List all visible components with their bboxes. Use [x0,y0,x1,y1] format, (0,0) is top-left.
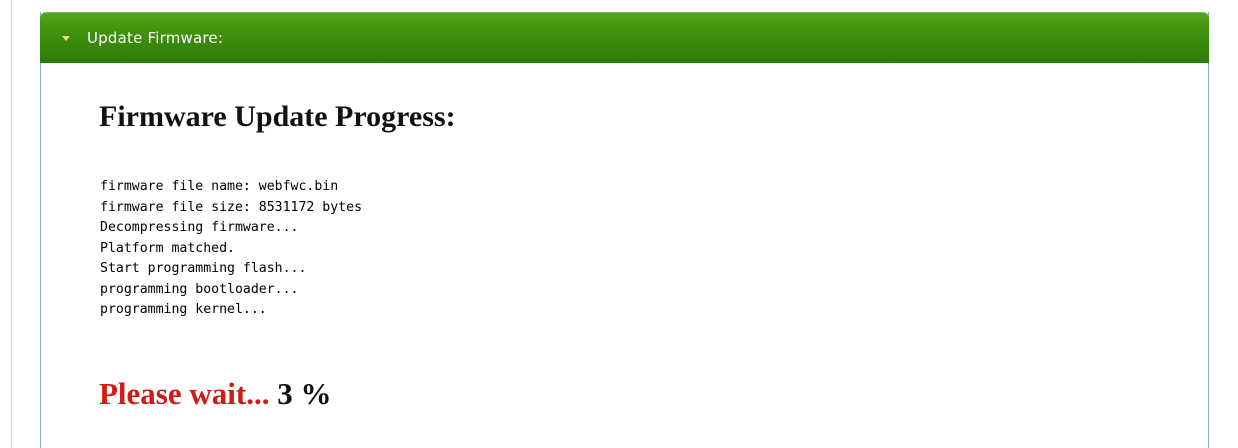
progress-title: Firmware Update Progress: [99,100,456,133]
update-firmware-panel: Update Firmware: Firmware Update Progres… [40,12,1209,448]
panel-header-title[interactable]: Update Firmware: [87,29,223,47]
progress-status: Please wait... 3 % [99,376,331,412]
log-line: programming kernel... [100,302,267,317]
please-wait-text: Please wait... [99,376,270,411]
caret-down-icon[interactable] [62,36,70,41]
panel-header[interactable]: Update Firmware: [40,12,1209,63]
log-line: firmware file name: webfwc.bin [100,179,339,194]
progress-log: firmware file name: webfwc.bin firmware f… [100,177,362,321]
progress-percent-text: 3 % [277,376,332,411]
firmware-update-page: Update Firmware: Firmware Update Progres… [0,0,1238,448]
log-line: firmware file size: 8531172 bytes [100,199,363,215]
left-divider [11,0,12,448]
log-line: Platform matched. [100,240,235,256]
log-line: Start programming flash... [100,261,307,276]
log-line: programming bootloader... [100,281,299,297]
log-line: Decompressing firmware... [100,220,299,235]
